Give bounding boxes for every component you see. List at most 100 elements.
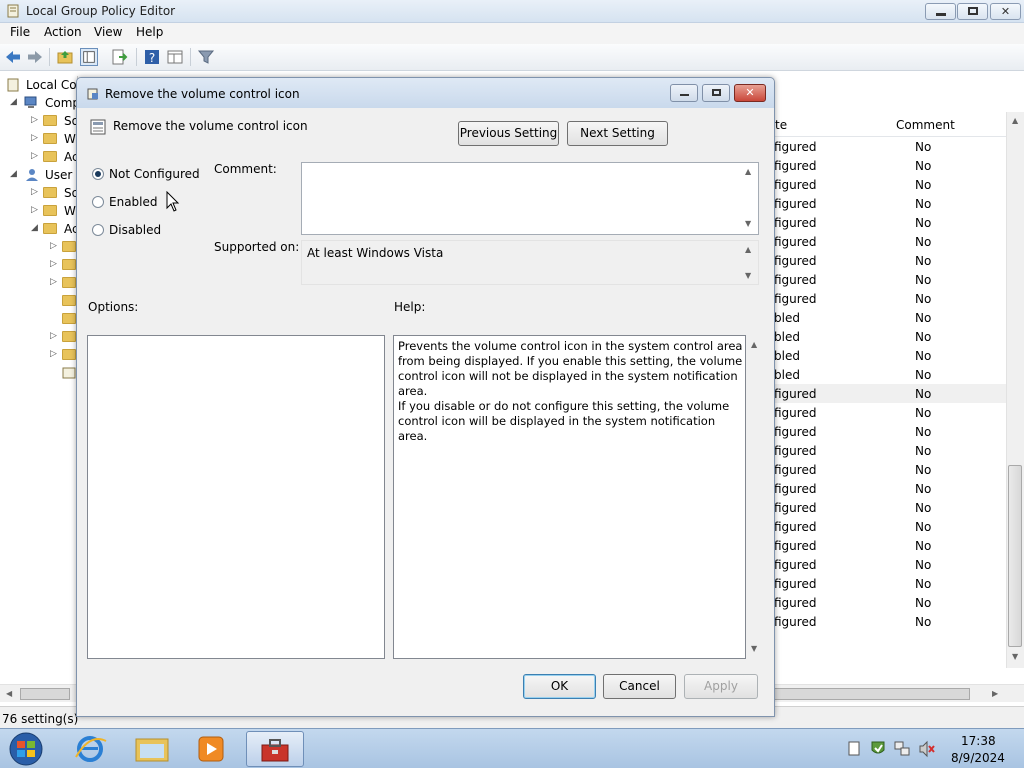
scroll-right-icon[interactable]: ▶ xyxy=(992,689,998,698)
expand-arrow-icon[interactable]: ◢ xyxy=(10,169,17,179)
start-button-icon[interactable] xyxy=(2,731,50,767)
tree-item-settings[interactable] xyxy=(0,364,78,382)
list-row[interactable]: figured No xyxy=(770,137,1006,156)
list-row[interactable]: figured No xyxy=(770,422,1006,441)
collapsed-arrow-icon[interactable]: ▷ xyxy=(31,151,38,161)
tree-item-folder[interactable]: ▷ So xyxy=(0,184,78,202)
collapsed-arrow-icon[interactable]: ▷ xyxy=(31,115,38,125)
show-hide-tree-icon[interactable] xyxy=(80,48,98,66)
export-list-icon[interactable] xyxy=(110,48,128,66)
close-button[interactable]: ✕ xyxy=(990,3,1021,20)
hscroll-thumb-right[interactable] xyxy=(774,688,970,700)
scroll-up-icon[interactable]: ▲ xyxy=(745,245,751,254)
tree-item-subfolder[interactable]: ▷ xyxy=(0,238,78,256)
menu-view[interactable]: View xyxy=(92,25,124,39)
notification-icon[interactable] xyxy=(847,741,861,757)
tree-item-subfolder[interactable]: ▷ xyxy=(0,346,78,364)
clock-time[interactable]: 17:38 xyxy=(961,734,996,748)
tree-item-folder[interactable]: ▷ W xyxy=(0,202,78,220)
list-row[interactable]: figured No xyxy=(770,175,1006,194)
clock-date[interactable]: 8/9/2024 xyxy=(951,751,1005,765)
list-row[interactable]: figured No xyxy=(770,403,1006,422)
list-row[interactable]: bled No xyxy=(770,365,1006,384)
help-icon[interactable]: ? xyxy=(143,48,161,66)
tree-item-subfolder[interactable]: ▷ xyxy=(0,274,78,292)
hscroll-thumb[interactable] xyxy=(20,688,70,700)
list-row[interactable]: figured No xyxy=(770,251,1006,270)
radio-not-configured[interactable]: Not Configured xyxy=(92,167,202,183)
internet-explorer-icon[interactable] xyxy=(62,731,118,767)
column-header-comment[interactable]: Comment xyxy=(896,118,955,132)
expand-arrow-icon[interactable]: ◢ xyxy=(10,97,17,107)
collapsed-arrow-icon[interactable]: ▷ xyxy=(31,133,38,143)
dialog-maximize-button[interactable] xyxy=(702,84,730,102)
network-icon[interactable] xyxy=(894,740,910,758)
list-row[interactable]: figured No xyxy=(770,479,1006,498)
list-row[interactable]: figured No xyxy=(770,555,1006,574)
taskbar-gpedit-button[interactable] xyxy=(246,731,304,767)
list-row[interactable]: bled No xyxy=(770,346,1006,365)
up-folder-icon[interactable] xyxy=(56,48,74,66)
collapsed-arrow-icon[interactable]: ▷ xyxy=(50,349,57,359)
dialog-minimize-button[interactable] xyxy=(670,84,698,102)
dialog-close-button[interactable]: ✕ xyxy=(734,84,766,102)
tree-item-folder[interactable]: ▷ So xyxy=(0,112,78,130)
action-center-icon[interactable] xyxy=(870,740,886,758)
collapsed-arrow-icon[interactable]: ▷ xyxy=(50,331,57,341)
file-explorer-icon[interactable] xyxy=(124,731,180,767)
list-row[interactable]: figured No xyxy=(770,441,1006,460)
radio-button[interactable] xyxy=(92,168,104,180)
tree-item-subfolder[interactable]: ▷ xyxy=(0,256,78,274)
list-row[interactable]: figured No xyxy=(770,574,1006,593)
volume-muted-icon[interactable] xyxy=(918,740,936,758)
list-row[interactable]: figured No xyxy=(770,498,1006,517)
list-row[interactable]: figured No xyxy=(770,289,1006,308)
collapsed-arrow-icon[interactable]: ▷ xyxy=(50,277,57,287)
next-setting-button[interactable]: Next Setting xyxy=(567,121,668,146)
collapsed-arrow-icon[interactable]: ▷ xyxy=(31,187,38,197)
scroll-thumb[interactable] xyxy=(1008,465,1022,647)
list-row[interactable]: figured No xyxy=(770,612,1006,631)
help-panel[interactable]: Prevents the volume control icon in the … xyxy=(393,335,746,659)
menu-action[interactable]: Action xyxy=(42,25,84,39)
properties-icon[interactable] xyxy=(166,48,184,66)
filter-icon[interactable] xyxy=(197,48,215,66)
list-row[interactable]: figured No xyxy=(770,232,1006,251)
scroll-up-icon[interactable]: ▲ xyxy=(1012,116,1018,125)
apply-button[interactable]: Apply xyxy=(684,674,758,699)
scroll-left-icon[interactable]: ◀ xyxy=(6,689,12,698)
scroll-down-icon[interactable]: ▼ xyxy=(745,271,751,280)
scroll-up-icon[interactable]: ▲ xyxy=(751,340,757,349)
tree-item-folder[interactable]: ▷ Ac xyxy=(0,148,78,166)
radio-button[interactable] xyxy=(92,224,104,236)
previous-setting-button[interactable]: Previous Setting xyxy=(458,121,559,146)
radio-disabled[interactable]: Disabled xyxy=(92,223,202,239)
expand-arrow-icon[interactable]: ◢ xyxy=(31,223,38,233)
list-row[interactable]: bled No xyxy=(770,327,1006,346)
scroll-up-icon[interactable]: ▲ xyxy=(745,167,751,176)
collapsed-arrow-icon[interactable]: ▷ xyxy=(50,259,57,269)
list-row[interactable]: figured No xyxy=(770,156,1006,175)
radio-button[interactable] xyxy=(92,196,104,208)
tree-item-root[interactable]: Local Cor xyxy=(0,76,78,94)
scroll-down-icon[interactable]: ▼ xyxy=(745,219,751,228)
list-row[interactable]: figured No xyxy=(770,194,1006,213)
list-row[interactable]: figured No xyxy=(770,213,1006,232)
tree-item-subfolder[interactable] xyxy=(0,310,78,328)
tree-item-subfolder[interactable] xyxy=(0,292,78,310)
forward-arrow-icon[interactable] xyxy=(26,48,44,66)
back-arrow-icon[interactable] xyxy=(4,48,22,66)
media-player-icon[interactable] xyxy=(183,731,239,767)
list-row[interactable]: figured No xyxy=(770,460,1006,479)
collapsed-arrow-icon[interactable]: ▷ xyxy=(50,241,57,251)
list-row[interactable]: figured No xyxy=(770,517,1006,536)
tree-item-subfolder[interactable]: ▷ xyxy=(0,328,78,346)
list-row[interactable]: figured No xyxy=(770,593,1006,612)
tree-item-folder[interactable]: ▷ W xyxy=(0,130,78,148)
menu-file[interactable]: File xyxy=(8,25,32,39)
list-row[interactable]: figured No xyxy=(770,536,1006,555)
menu-help[interactable]: Help xyxy=(134,25,165,39)
minimize-button[interactable] xyxy=(925,3,956,20)
list-row[interactable]: figured No xyxy=(770,384,1006,403)
tree-item-folder[interactable]: ◢ Ac xyxy=(0,220,78,238)
